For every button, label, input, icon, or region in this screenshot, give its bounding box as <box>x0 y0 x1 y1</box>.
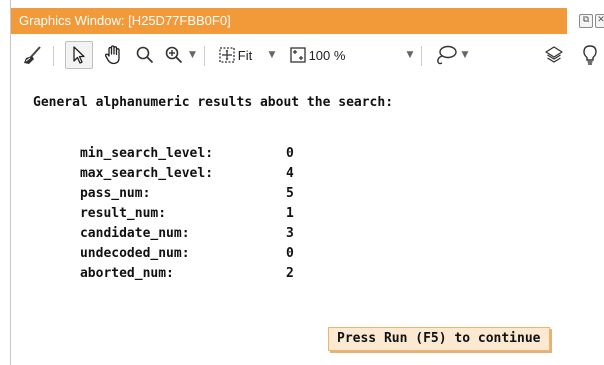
fit-button[interactable]: Fit <box>211 43 259 67</box>
result-row: aborted_num: 2 <box>33 251 294 296</box>
chevron-down-icon: ▼ <box>189 50 196 60</box>
zoom-percent-button[interactable]: 100 % <box>281 43 353 67</box>
result-key: aborted_num: <box>79 266 174 281</box>
window-title: Graphics Window: [H25D77FBB0F0] <box>19 13 231 28</box>
zoom-percent-icon <box>289 47 306 63</box>
restore-icon[interactable]: ⧉ <box>579 14 593 28</box>
chevron-down-icon[interactable]: ▼ <box>267 43 277 67</box>
zoom-in-icon <box>165 46 183 64</box>
zoom-in-button[interactable]: ▼ <box>161 43 199 67</box>
fit-label: Fit <box>237 47 253 63</box>
pointer-icon[interactable] <box>65 41 93 69</box>
broom-icon[interactable] <box>21 43 45 67</box>
zoom-percent-label: 100 % <box>308 47 346 63</box>
window-title-tab[interactable]: Graphics Window: [H25D77FBB0F0] <box>11 8 567 34</box>
bulb-icon[interactable] <box>577 43 603 67</box>
hand-icon[interactable] <box>101 43 127 67</box>
layers-icon[interactable] <box>541 43 567 67</box>
continue-message: Press Run (F5) to continue <box>328 327 550 351</box>
magnifier-icon[interactable] <box>133 43 157 67</box>
toolbar: ▼ Fit ▼ 100 % ▼ ▼ <box>11 34 604 76</box>
result-value: 2 <box>285 266 294 281</box>
fit-icon <box>219 47 235 63</box>
lasso-icon <box>436 45 457 65</box>
graphics-window: Graphics Window: [H25D77FBB0F0] ⧉ ✕ ▼ Fi… <box>10 0 604 365</box>
lasso-button[interactable]: ▼ <box>429 43 473 67</box>
results-heading: General alphanumeric results about the s… <box>33 95 394 110</box>
chevron-down-icon: ▼ <box>461 50 469 60</box>
chevron-down-icon[interactable]: ▼ <box>405 43 415 67</box>
window-titlebar: Graphics Window: [H25D77FBB0F0] ⧉ ✕ <box>11 8 604 34</box>
graphics-canvas[interactable]: General alphanumeric results about the s… <box>11 76 604 365</box>
close-icon[interactable]: ✕ <box>595 14 604 28</box>
